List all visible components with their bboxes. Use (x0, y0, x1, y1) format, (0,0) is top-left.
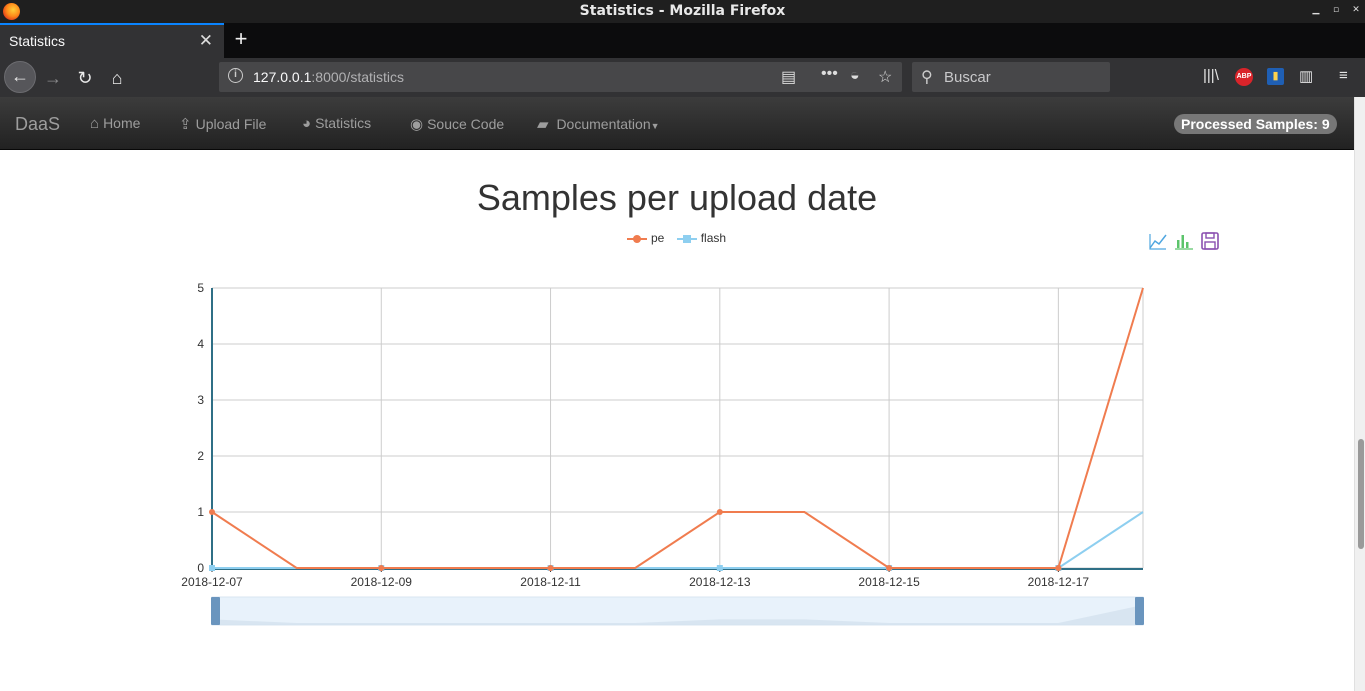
x-tick-label: 2018-12-09 (351, 575, 413, 589)
data-point-pe[interactable] (378, 565, 385, 571)
scrollbar-thumb[interactable] (1358, 439, 1364, 549)
x-tick-label: 2018-12-07 (181, 575, 243, 589)
x-tick-label: 2018-12-11 (520, 575, 581, 589)
y-tick-label: 3 (197, 393, 204, 407)
data-point-pe[interactable] (209, 509, 215, 515)
y-tick-label: 5 (197, 281, 204, 295)
data-zoom-slider[interactable] (211, 596, 1144, 626)
x-tick-label: 2018-12-17 (1028, 575, 1090, 589)
data-point-flash[interactable] (209, 565, 215, 571)
series-line-pe (211, 287, 1144, 569)
y-tick-label: 4 (197, 337, 204, 351)
data-point-pe[interactable] (886, 565, 893, 571)
data-point-pe[interactable] (716, 509, 723, 515)
data-zoom-handle-left[interactable] (211, 597, 220, 625)
page-scrollbar[interactable] (1354, 97, 1365, 691)
data-point-pe[interactable] (547, 565, 554, 571)
x-tick-label: 2018-12-13 (689, 575, 751, 589)
y-tick-label: 2 (197, 449, 204, 463)
x-tick-label: 2018-12-15 (858, 575, 920, 589)
data-zoom-handle-right[interactable] (1135, 597, 1144, 625)
y-tick-label: 0 (197, 561, 204, 575)
data-point-flash[interactable] (716, 565, 723, 571)
y-tick-label: 1 (197, 505, 204, 519)
data-point-pe[interactable] (1055, 565, 1062, 571)
line-chart: 0 1 2 3 4 5 2018-12-07 2018-12-09 2018-12-11 2018… (181, 281, 1144, 626)
